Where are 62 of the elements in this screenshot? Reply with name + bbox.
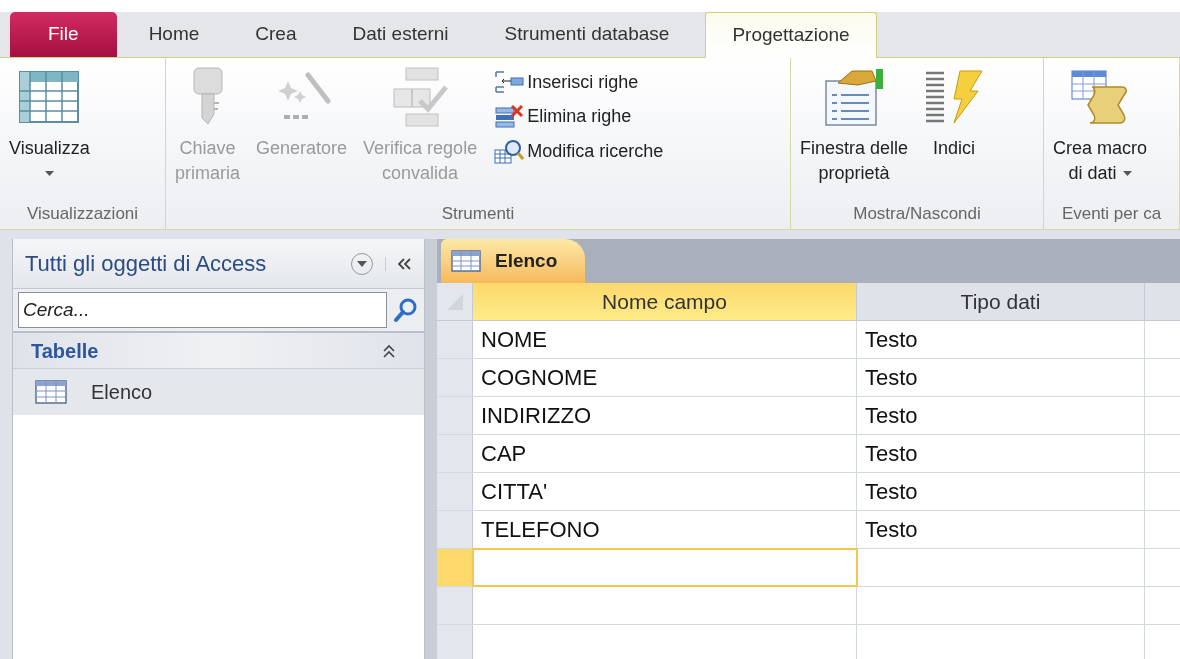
ribbon-tab[interactable]: Strumenti database	[476, 12, 698, 57]
row-selector[interactable]	[437, 511, 473, 548]
insert-rows-icon	[494, 70, 525, 94]
table-cell: CAP	[473, 435, 857, 472]
table-icon	[451, 250, 481, 272]
ribbon-button[interactable]: Inserisci righe	[494, 70, 664, 94]
column-header[interactable]: Tipo dati	[857, 283, 1145, 320]
ribbon-tab[interactable]: Dati esterni	[324, 12, 477, 57]
row-selector[interactable]	[437, 397, 473, 434]
lightning-lines-icon	[924, 69, 985, 125]
row-selector[interactable]	[437, 321, 473, 358]
ribbon-tab[interactable]: File	[10, 12, 117, 57]
collapse-pane-button[interactable]	[385, 256, 412, 271]
ribbon-tab[interactable]: Progettazione	[705, 12, 877, 58]
group-label: Mostra/Nascondi	[852, 203, 982, 226]
row-selector[interactable]	[437, 587, 473, 624]
pane-splitter[interactable]	[425, 239, 437, 659]
table-scroll-icon	[1070, 69, 1130, 125]
column-header[interactable]: Nome campo	[473, 283, 857, 320]
row-selector[interactable]	[437, 473, 473, 510]
double-chevron-left-icon	[396, 256, 412, 271]
delete-rows-icon	[494, 104, 525, 128]
table-cell: TELEFONO	[473, 511, 857, 548]
group-label: Eventi per ca	[1060, 203, 1163, 226]
search-icon	[393, 297, 419, 323]
table-magnifier-icon	[494, 138, 525, 164]
ribbon-button[interactable]: Indici	[919, 66, 990, 161]
group-header[interactable]: Tabelle	[13, 333, 424, 369]
pane-title: Tutti gli oggetti di Access	[25, 250, 268, 278]
row-selector[interactable]	[437, 549, 473, 586]
ribbon-button[interactable]: Finestra delle proprietà	[795, 66, 914, 186]
group-label: Strumenti	[440, 203, 516, 226]
table-cell: Testo	[857, 397, 1145, 434]
table-cell: COGNOME	[473, 359, 857, 396]
table-cell: Testo	[857, 511, 1145, 548]
double-chevron-up-icon	[382, 343, 396, 358]
row-selector[interactable]	[437, 359, 473, 396]
table-cell: CITTA'	[473, 473, 857, 510]
table-cell: NOME	[473, 321, 857, 358]
search-field[interactable]: Cerca...	[18, 292, 387, 328]
book-checkmark-icon	[390, 67, 451, 127]
table-cell: Testo	[857, 435, 1145, 472]
table-cell: Testo	[857, 321, 1145, 358]
table-cell: Testo	[857, 359, 1145, 396]
ribbon-button[interactable]: Visualizza	[4, 66, 95, 186]
ribbon-button[interactable]: Crea macro di dati	[1048, 66, 1153, 186]
ribbon-button[interactable]: Elimina righe	[494, 104, 664, 128]
ribbon-button[interactable]: Modifica ricerche	[494, 138, 664, 164]
ribbon-tab[interactable]: Crea	[227, 12, 325, 57]
dropdown-caret-icon	[357, 260, 367, 267]
nav-item[interactable]: Elenco	[13, 369, 424, 415]
table-icon	[19, 71, 80, 123]
empty-column-header	[1145, 283, 1180, 320]
group-label: Visualizzazioni	[25, 203, 140, 226]
current-cell[interactable]	[473, 549, 857, 586]
row-selector[interactable]	[437, 435, 473, 472]
table-cell: INDIRIZZO	[473, 397, 857, 434]
ribbon-tab[interactable]: Home	[120, 12, 228, 57]
table-icon	[35, 380, 67, 404]
table-cell: Testo	[857, 473, 1145, 510]
row-selector[interactable]	[437, 625, 473, 659]
document-tab[interactable]: Elenco	[441, 239, 586, 283]
